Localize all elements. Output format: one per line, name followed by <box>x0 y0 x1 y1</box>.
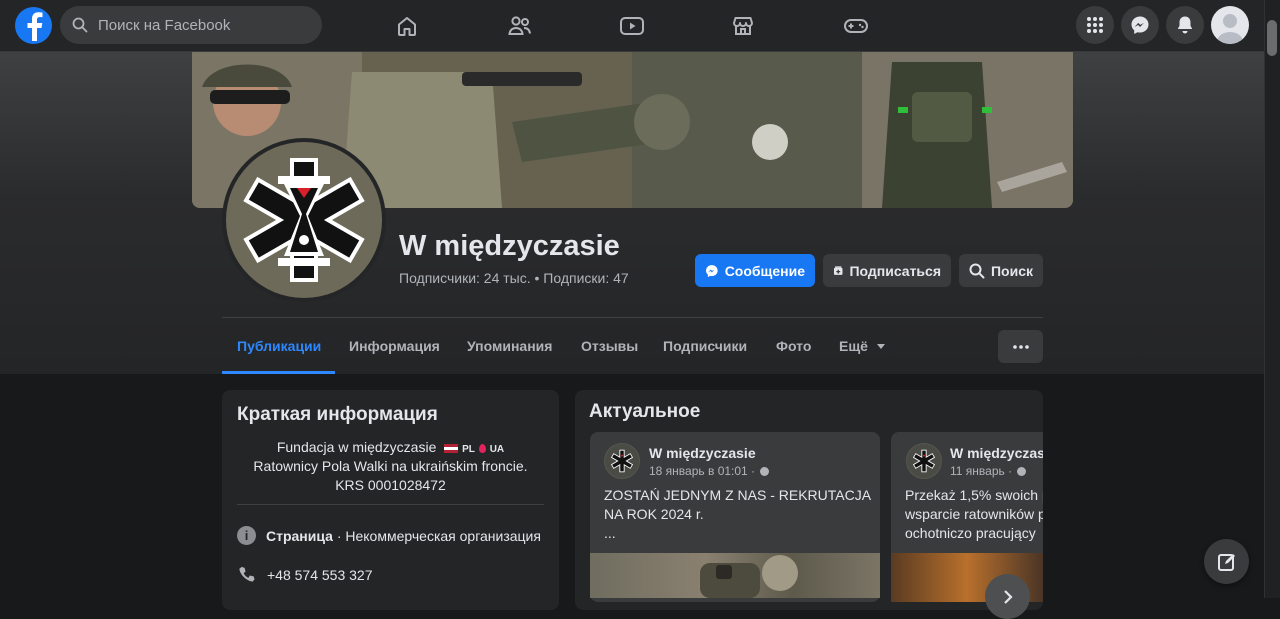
subscribe-button-label: Подписаться <box>849 262 941 279</box>
post-date-text: 11 январь · <box>950 464 1013 478</box>
featured-post[interactable]: W międzyczasie 11 январь · Przekaż 1,5% … <box>891 432 1043 602</box>
divider <box>222 317 1043 318</box>
intro-line-1: Fundacja w międzyczasie PL UA <box>222 439 559 455</box>
compose-icon <box>1217 553 1235 571</box>
intro-badge-ua: UA <box>489 444 505 455</box>
page-category: Страница · Некоммерческая организация <box>266 528 541 544</box>
post-date[interactable]: 18 январь в 01:01 · <box>649 464 770 478</box>
post-author-avatar[interactable] <box>604 443 640 479</box>
marketplace-icon[interactable] <box>713 6 773 46</box>
caret-down-icon <box>876 344 885 349</box>
post-date[interactable]: 11 январь · <box>950 464 1027 478</box>
flag-icon <box>444 444 459 453</box>
post-author[interactable]: W międzyczasie <box>649 445 756 461</box>
intro-line-3: KRS 0001028472 <box>335 477 446 493</box>
post-text-line: ZOSTAŃ JEDNYM Z NAS - REKRUTACJA <box>604 487 872 503</box>
notifications-bell-icon[interactable] <box>1166 6 1204 44</box>
chevron-right-icon <box>1003 589 1013 604</box>
post-image[interactable] <box>590 553 880 598</box>
watch-icon[interactable] <box>602 6 662 46</box>
carousel-next-button[interactable] <box>985 574 1030 619</box>
post-date-text: 18 январь в 01:01 · <box>649 464 756 478</box>
follower-stats[interactable]: Подписчики: 24 тыс. • Подписки: 47 <box>399 270 629 286</box>
search-icon <box>72 17 88 33</box>
new-message-button[interactable] <box>1204 539 1249 584</box>
post-text: Przekaż 1,5% swoich p wsparcie ratownikó… <box>905 486 1043 543</box>
profile-search-button[interactable]: Поиск <box>959 254 1043 287</box>
menu-grid-icon[interactable] <box>1076 6 1114 44</box>
gaming-icon[interactable] <box>826 6 886 46</box>
search-icon <box>969 263 985 278</box>
facebook-logo-icon[interactable] <box>15 7 52 44</box>
home-icon[interactable] <box>377 6 437 46</box>
post-author-avatar[interactable] <box>906 443 942 479</box>
post-text-line: Przekaż 1,5% swoich p <box>905 487 1043 503</box>
tab-publications[interactable]: Публикации <box>237 338 321 354</box>
tab-reviews[interactable]: Отзывы <box>581 338 638 354</box>
post-text-line: NA ROK 2024 r. <box>604 506 704 522</box>
blood-drop-icon <box>478 444 486 453</box>
intro-badge-pl: PL <box>462 444 475 455</box>
post-text-line: ochotniczo pracujący <box>905 525 1036 541</box>
messenger-icon <box>706 264 718 277</box>
tab-more-label: Ещё <box>839 338 868 354</box>
active-tab-indicator <box>222 371 335 374</box>
ellipsis-icon <box>1012 344 1029 349</box>
message-button-label: Сообщение <box>724 262 805 279</box>
subscribe-button[interactable]: Подписаться <box>823 254 951 287</box>
search-input[interactable] <box>96 15 315 35</box>
intro-line-2: Ratownicy Pola Walki na ukraińskim fronc… <box>253 458 528 474</box>
tab-information[interactable]: Информация <box>349 338 440 354</box>
featured-title: Актуальное <box>589 401 701 422</box>
post-text-line: wsparcie ratowników p <box>905 506 1043 522</box>
friends-icon[interactable] <box>490 6 550 46</box>
post-text-line: ... <box>604 525 616 541</box>
info-icon: i <box>237 526 256 545</box>
divider <box>237 504 544 505</box>
post-text: ZOSTAŃ JEDNYM Z NAS - REKRUTACJA NA ROK … <box>604 486 871 543</box>
search-box[interactable] <box>60 6 322 44</box>
scrollbar[interactable] <box>1264 0 1280 598</box>
globe-icon <box>760 467 770 476</box>
phone-icon <box>237 565 256 589</box>
account-avatar[interactable] <box>1211 6 1249 44</box>
page-avatar[interactable] <box>222 138 386 302</box>
tab-followers[interactable]: Подписчики <box>663 338 747 354</box>
phone-number[interactable]: +48 574 553 327 <box>267 567 373 583</box>
more-options-button[interactable] <box>998 330 1043 363</box>
intro-title: Краткая информация <box>237 404 438 425</box>
post-author[interactable]: W międzyczasie <box>950 445 1043 461</box>
subscribe-icon <box>833 265 843 275</box>
page-title: W międzyczasie <box>399 230 620 262</box>
page-category-type: Страница <box>266 528 333 544</box>
intro-line-1-text: Fundacja w międzyczasie <box>276 439 437 455</box>
scrollbar-thumb[interactable] <box>1267 20 1277 56</box>
globe-icon <box>1017 467 1027 476</box>
tab-photos[interactable]: Фото <box>776 338 811 354</box>
profile-search-button-label: Поиск <box>990 262 1033 279</box>
page-category-label: · Некоммерческая организация <box>332 528 541 544</box>
messenger-icon[interactable] <box>1121 6 1159 44</box>
tab-mentions[interactable]: Упоминания <box>467 338 552 354</box>
message-button[interactable]: Сообщение <box>695 254 815 287</box>
tab-more[interactable]: Ещё <box>839 338 885 354</box>
